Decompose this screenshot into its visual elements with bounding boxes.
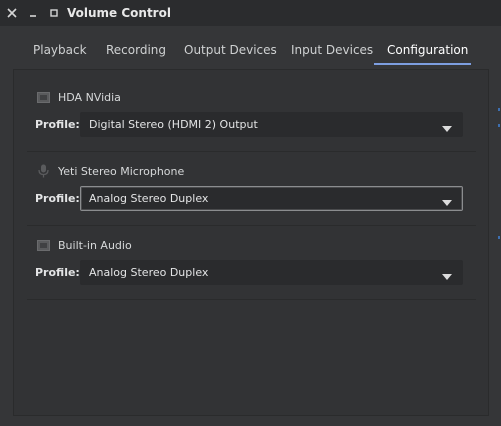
card-name: HDA NVidia — [58, 90, 121, 104]
edge-artifact — [498, 108, 500, 111]
close-icon[interactable] — [2, 3, 22, 23]
edge-artifact — [498, 124, 500, 127]
tab-input-devices[interactable]: Input Devices — [291, 43, 373, 57]
audio-card-icon — [36, 90, 50, 104]
maximize-icon[interactable] — [44, 3, 64, 23]
card-name: Yeti Stereo Microphone — [58, 164, 185, 178]
card-header-hda-nvidia: HDA NVidia — [36, 90, 121, 104]
separator — [27, 299, 476, 300]
profile-select-yeti-microphone[interactable]: Analog Stereo Duplex — [80, 186, 463, 211]
tab-playback[interactable]: Playback — [33, 43, 87, 57]
dropdown-arrow-icon — [442, 195, 452, 209]
profile-value: Analog Stereo Duplex — [89, 192, 209, 205]
audio-card-icon — [36, 238, 50, 252]
volume-control-window: Volume Control Playback Recording Output… — [0, 0, 501, 426]
separator — [27, 151, 476, 152]
card-name: Built-in Audio — [58, 238, 132, 252]
edge-artifact — [498, 236, 500, 239]
tab-bar: Playback Recording Output Devices Input … — [0, 26, 501, 69]
profile-value: Digital Stereo (HDMI 2) Output — [89, 118, 258, 131]
window-title: Volume Control — [67, 6, 171, 20]
dropdown-arrow-icon — [442, 121, 452, 135]
profile-select-hda-nvidia[interactable]: Digital Stereo (HDMI 2) Output — [80, 112, 463, 137]
dropdown-arrow-icon — [442, 269, 452, 283]
profile-label: Profile: — [35, 266, 80, 279]
profile-select-built-in-audio[interactable]: Analog Stereo Duplex — [80, 260, 463, 285]
tab-recording[interactable]: Recording — [106, 43, 166, 57]
separator — [27, 225, 476, 226]
title-bar: Volume Control — [0, 0, 501, 26]
active-tab-indicator — [374, 63, 471, 65]
tab-configuration[interactable]: Configuration — [387, 43, 468, 57]
minimize-icon[interactable] — [23, 3, 43, 23]
profile-value: Analog Stereo Duplex — [89, 266, 209, 279]
profile-label: Profile: — [35, 192, 80, 205]
card-header-built-in-audio: Built-in Audio — [36, 238, 132, 252]
tab-output-devices[interactable]: Output Devices — [184, 43, 277, 57]
card-header-yeti-microphone: Yeti Stereo Microphone — [36, 164, 184, 178]
microphone-icon — [36, 164, 50, 178]
profile-label: Profile: — [35, 118, 80, 131]
configuration-panel: HDA NVidia Profile: Digital Stereo (HDMI… — [13, 69, 489, 416]
